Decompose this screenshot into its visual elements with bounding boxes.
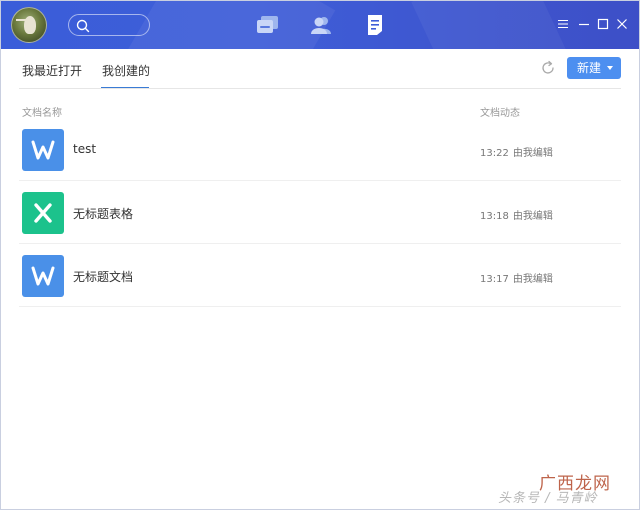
chat-icon[interactable]: [256, 14, 280, 36]
watermark-credit: 头条号 / 马青岭: [498, 491, 598, 506]
file-row[interactable]: test 13:22 由我编辑: [19, 119, 621, 181]
tab-recent[interactable]: 我最近打开: [22, 62, 82, 79]
file-row[interactable]: 无标题文档 13:17 由我编辑: [19, 245, 621, 307]
spreadsheet-file-icon: [22, 192, 64, 234]
divider: [19, 88, 621, 89]
close-icon[interactable]: [616, 18, 628, 30]
search-input[interactable]: [68, 14, 150, 36]
file-name: 无标题文档: [73, 270, 134, 284]
app-window: 我最近打开 我创建的 新建 文档名称 文档动态 test 13:22 由我编辑 无: [0, 0, 640, 510]
title-bar: [1, 1, 639, 49]
new-button[interactable]: 新建: [567, 57, 621, 79]
column-header-activity: 文档动态: [480, 108, 520, 119]
new-button-label: 新建: [577, 61, 602, 75]
refresh-icon[interactable]: [540, 60, 556, 76]
file-activity: 13:22 由我编辑: [480, 148, 553, 159]
avatar[interactable]: [11, 7, 47, 43]
menu-icon[interactable]: [557, 18, 569, 30]
writer-file-icon: [22, 129, 64, 171]
watermark: 广西龙网 头条号 / 马青岭: [498, 469, 636, 509]
file-name: test: [73, 142, 97, 156]
contacts-icon[interactable]: [309, 14, 333, 36]
search-icon: [76, 19, 90, 33]
writer-file-icon: [22, 255, 64, 297]
chevron-down-icon: [607, 66, 613, 70]
tab-created[interactable]: 我创建的: [102, 62, 150, 79]
file-name: 无标题表格: [73, 207, 134, 221]
maximize-icon[interactable]: [597, 18, 609, 30]
document-icon[interactable]: [364, 14, 388, 36]
file-activity: 13:17 由我编辑: [480, 274, 553, 285]
column-header-name: 文档名称: [22, 108, 62, 119]
file-row[interactable]: 无标题表格 13:18 由我编辑: [19, 182, 621, 244]
file-activity: 13:18 由我编辑: [480, 211, 553, 222]
minimize-icon[interactable]: [578, 18, 590, 30]
